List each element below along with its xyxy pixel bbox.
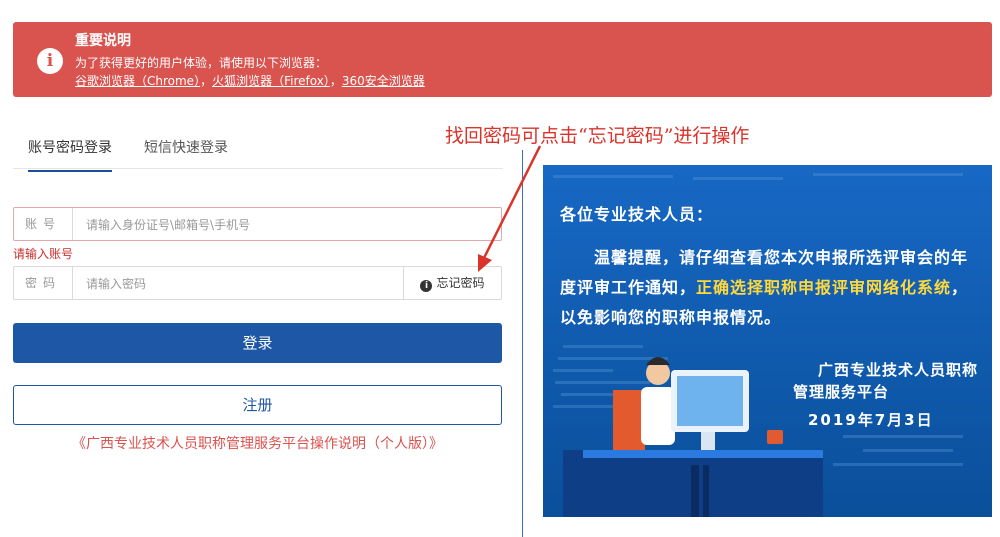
link-separator: ， [200,74,213,88]
notice-banner: 各位专业技术人员： 温馨提醒，请仔细查看您本次申报所选评审会的年度评审工作通知，… [543,165,992,517]
password-field: 密码 i 忘记密码 [13,266,502,300]
alert-title: 重要说明 [75,33,131,49]
account-error: 请输入账号 [13,247,74,261]
notice-body: 温馨提醒，请仔细查看您本次申报所选评审会的年度评审工作通知，正确选择职称申报评审… [560,243,980,333]
divider-line [522,150,523,537]
alert-description: 为了获得更好的用户体验，请使用以下浏览器： [75,56,328,70]
forgot-password-label: 忘记密码 [436,276,485,290]
account-input[interactable] [84,214,408,236]
notice-signature-line2: 管理服务平台 [793,383,890,401]
browser-alert: i 重要说明 为了获得更好的用户体验，请使用以下浏览器： 谷歌浏览器（Chrom… [13,22,992,97]
link-separator: ， [329,74,342,88]
notice-date: 2019年7月3日 [808,411,934,429]
firefox-link[interactable]: 火狐浏览器（Firefox） [212,74,330,88]
info-icon: i [420,280,433,292]
register-button[interactable]: 注册 [13,385,502,425]
tab-sms-login[interactable]: 短信快速登录 [144,137,228,170]
info-icon: i [37,48,63,74]
notice-highlight: 正确选择职称申报评审网络化系统 [696,278,952,297]
login-tabs: 账号密码登录 短信快速登录 [13,128,503,172]
annotation-text: 找回密码可点击“忘记密码”进行操作 [445,125,750,147]
manual-link[interactable]: 《广西专业技术人员职称管理服务平台操作说明（个人版）》 [13,433,502,453]
browser-links: 谷歌浏览器（Chrome），火狐浏览器（Firefox），360安全浏览器 [75,72,425,89]
login-button[interactable]: 登录 [13,323,502,363]
360-browser-link[interactable]: 360安全浏览器 [342,74,425,88]
password-label: 密码 [14,267,73,299]
password-input[interactable] [84,273,408,295]
notice-greeting: 各位专业技术人员： [560,205,714,224]
account-label: 账号 [14,208,73,240]
tab-password-login[interactable]: 账号密码登录 [28,137,112,172]
account-field: 账号 [13,207,502,241]
chrome-link[interactable]: 谷歌浏览器（Chrome） [75,74,200,88]
notice-signature-line1: 广西专业技术人员职称 [817,361,978,379]
forgot-password-button[interactable]: i 忘记密码 [403,267,501,299]
